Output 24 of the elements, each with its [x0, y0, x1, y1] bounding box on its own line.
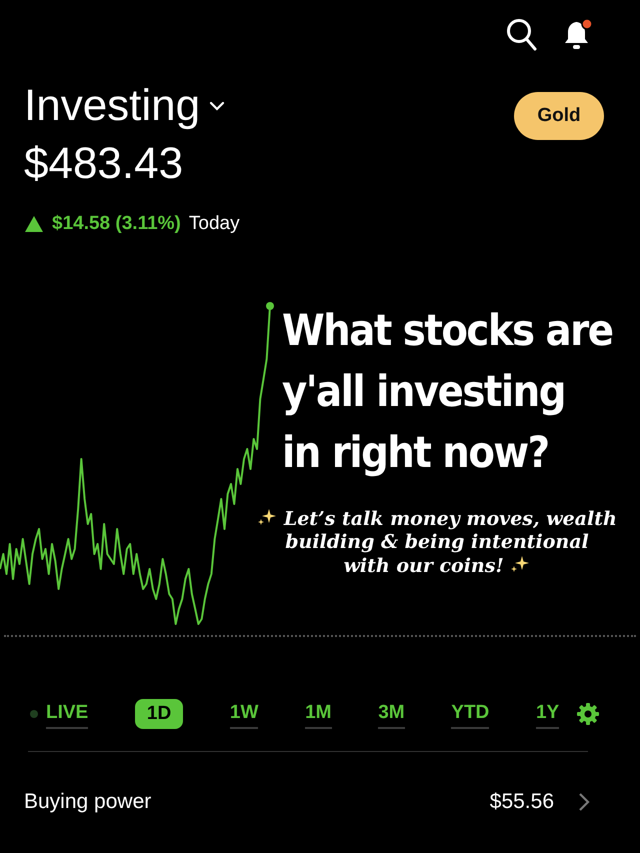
buying-power-value: $55.56: [490, 789, 554, 816]
chevron-down-icon[interactable]: [208, 100, 226, 112]
price-dot: [266, 302, 274, 310]
range-tab[interactable]: 1D: [134, 698, 184, 730]
caption: Let’s talk money moves, wealth building & being intentional with our coins!: [252, 506, 622, 578]
buying-power-label: Buying power: [24, 789, 152, 816]
range-tab[interactable]: YTD: [451, 698, 490, 730]
portfolio-balance: $483.43: [24, 142, 184, 186]
headline: What stocks are y'all investing in right now?: [282, 304, 612, 480]
range-tab[interactable]: LIVE: [46, 698, 88, 730]
membership-button[interactable]: Gold: [514, 92, 604, 140]
daily-change: $14.58 (3.11%): [52, 212, 181, 236]
buying-power-row[interactable]: Buying power $55.56: [0, 752, 640, 818]
live-dot: [30, 710, 38, 718]
notification-bell-icon[interactable]: [562, 18, 594, 52]
settings-icon[interactable]: [576, 702, 600, 726]
range-tab[interactable]: 3M: [378, 698, 405, 730]
range-tab[interactable]: 1W: [230, 698, 258, 730]
change-period: Today: [188, 212, 240, 236]
search-icon[interactable]: [506, 18, 538, 52]
account-title[interactable]: Investing: [24, 84, 200, 128]
range-tab[interactable]: 1M: [305, 698, 332, 730]
chevron-right-icon[interactable]: [578, 792, 590, 812]
range-tab[interactable]: 1Y: [536, 698, 560, 730]
